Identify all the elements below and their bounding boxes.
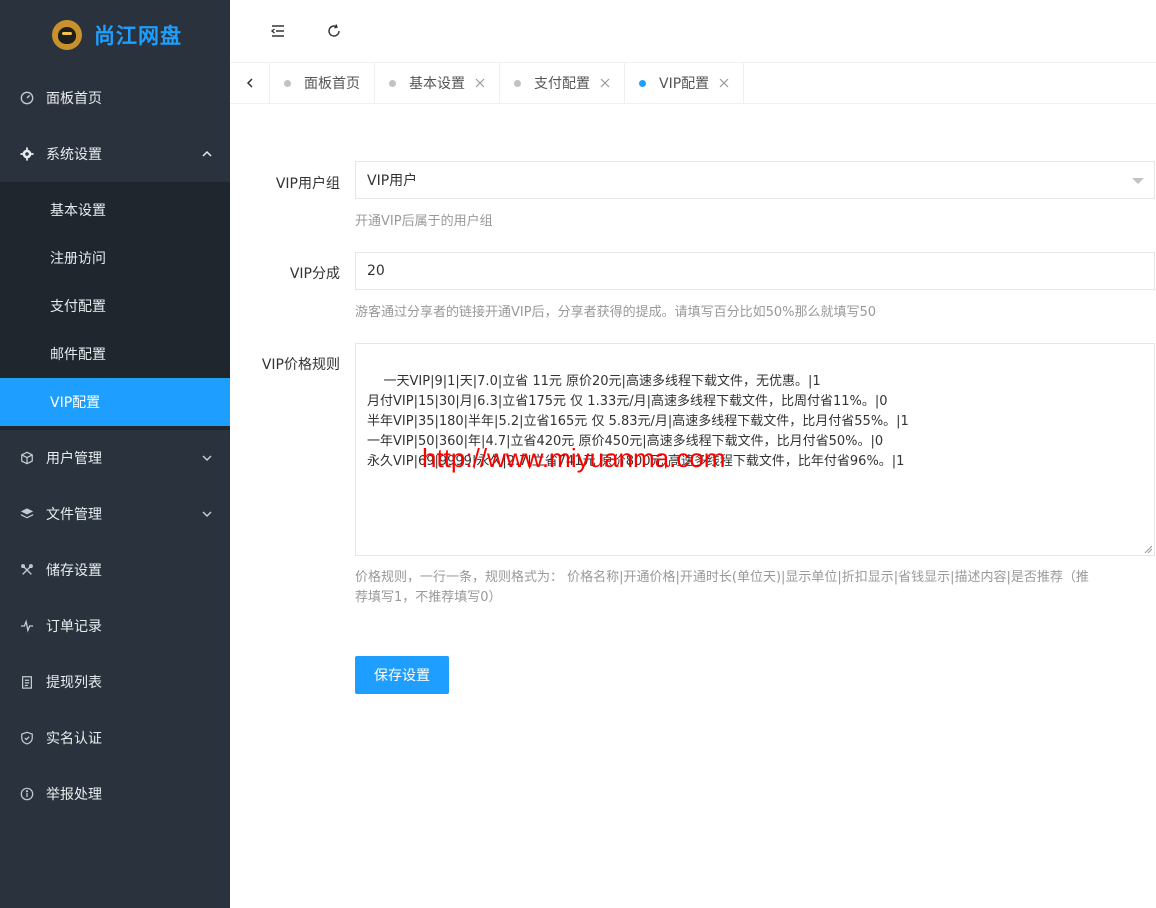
shield-icon — [20, 731, 34, 745]
refresh-icon[interactable] — [324, 21, 344, 41]
sidebar-item-dashboard[interactable]: 面板首页 — [0, 70, 230, 126]
tab-payment-settings[interactable]: 支付配置 — [500, 63, 625, 103]
tab-dashboard[interactable]: 面板首页 — [270, 63, 375, 103]
vip-group-hint: 开通VIP后属于的用户组 — [355, 214, 493, 229]
sidebar-item-users[interactable]: 用户管理 — [0, 430, 230, 486]
sidebar-sub-item-vip[interactable]: VIP配置 — [0, 378, 230, 426]
sidebar-item-system-settings[interactable]: 系统设置 — [0, 126, 230, 182]
sidebar-item-realname[interactable]: 实名认证 — [0, 710, 230, 766]
chevron-left-icon — [246, 78, 253, 88]
tab-dot — [389, 79, 396, 87]
cube-icon — [20, 451, 34, 465]
vip-group-label: VIP用户组 — [275, 176, 340, 192]
sidebar: 尚江网盘 面板首页 系统设置 基本设置 注册访问 支付配置 邮件配置 VIP配置… — [0, 0, 230, 908]
vip-share-label: VIP分成 — [289, 266, 340, 282]
close-icon[interactable] — [475, 78, 485, 88]
chevron-down-icon — [202, 455, 212, 462]
sidebar-sub-item-mail[interactable]: 邮件配置 — [0, 330, 230, 378]
system-settings-submenu: 基本设置 注册访问 支付配置 邮件配置 VIP配置 — [0, 182, 230, 430]
close-icon[interactable] — [719, 78, 729, 88]
info-icon — [20, 787, 34, 801]
tab-dot-active — [639, 79, 646, 87]
tab-scroll-left-button[interactable] — [230, 63, 270, 103]
tab-vip-settings[interactable]: VIP配置 — [625, 63, 745, 103]
sidebar-item-withdraw[interactable]: 提现列表 — [0, 654, 230, 710]
brand-name: 尚江网盘 — [94, 24, 182, 48]
tab-bar: 面板首页 基本设置 支付配置 VIP配置 — [230, 63, 1156, 104]
watermark: http://www.miyuanma.com — [422, 443, 726, 473]
dashboard-icon — [20, 91, 34, 105]
vip-rules-hint: 价格规则，一行一条，规则格式为： 价格名称|开通价格|开通时长(单位天)|显示单… — [355, 570, 1089, 605]
sidebar-item-orders[interactable]: 订单记录 — [0, 598, 230, 654]
tab-dot — [514, 79, 521, 87]
vip-share-hint: 游客通过分享者的链接开通VIP后，分享者获得的提成。请填写百分比如50%那么就填… — [355, 305, 877, 320]
tab-basic-settings[interactable]: 基本设置 — [375, 63, 500, 103]
menu-collapse-icon[interactable] — [268, 21, 288, 41]
caret-down-icon — [1132, 178, 1144, 184]
vip-rules-label: VIP价格规则 — [261, 357, 340, 373]
vip-share-input[interactable]: 20 — [355, 252, 1155, 290]
top-bar — [230, 0, 1156, 63]
clipboard-icon — [20, 675, 34, 689]
logo-icon — [52, 20, 82, 50]
sidebar-item-reports[interactable]: 举报处理 — [0, 766, 230, 822]
resize-handle-icon[interactable] — [1144, 545, 1152, 553]
sidebar-sub-item-payment[interactable]: 支付配置 — [0, 282, 230, 330]
close-icon[interactable] — [600, 78, 610, 88]
tools-icon — [20, 563, 34, 577]
layers-icon — [20, 507, 34, 521]
sidebar-sub-item-register[interactable]: 注册访问 — [0, 234, 230, 282]
tab-dot — [284, 79, 291, 87]
chevron-up-icon — [202, 150, 212, 157]
sidebar-item-files[interactable]: 文件管理 — [0, 486, 230, 542]
gear-icon — [20, 147, 34, 161]
vip-group-select[interactable]: VIP用户 — [355, 161, 1155, 199]
sidebar-item-storage[interactable]: 储存设置 — [0, 542, 230, 598]
sidebar-sub-item-basic[interactable]: 基本设置 — [0, 186, 230, 234]
pulse-icon — [20, 619, 34, 633]
save-button[interactable]: 保存设置 — [355, 656, 449, 694]
chevron-down-icon — [202, 511, 212, 518]
logo[interactable]: 尚江网盘 — [0, 0, 230, 70]
